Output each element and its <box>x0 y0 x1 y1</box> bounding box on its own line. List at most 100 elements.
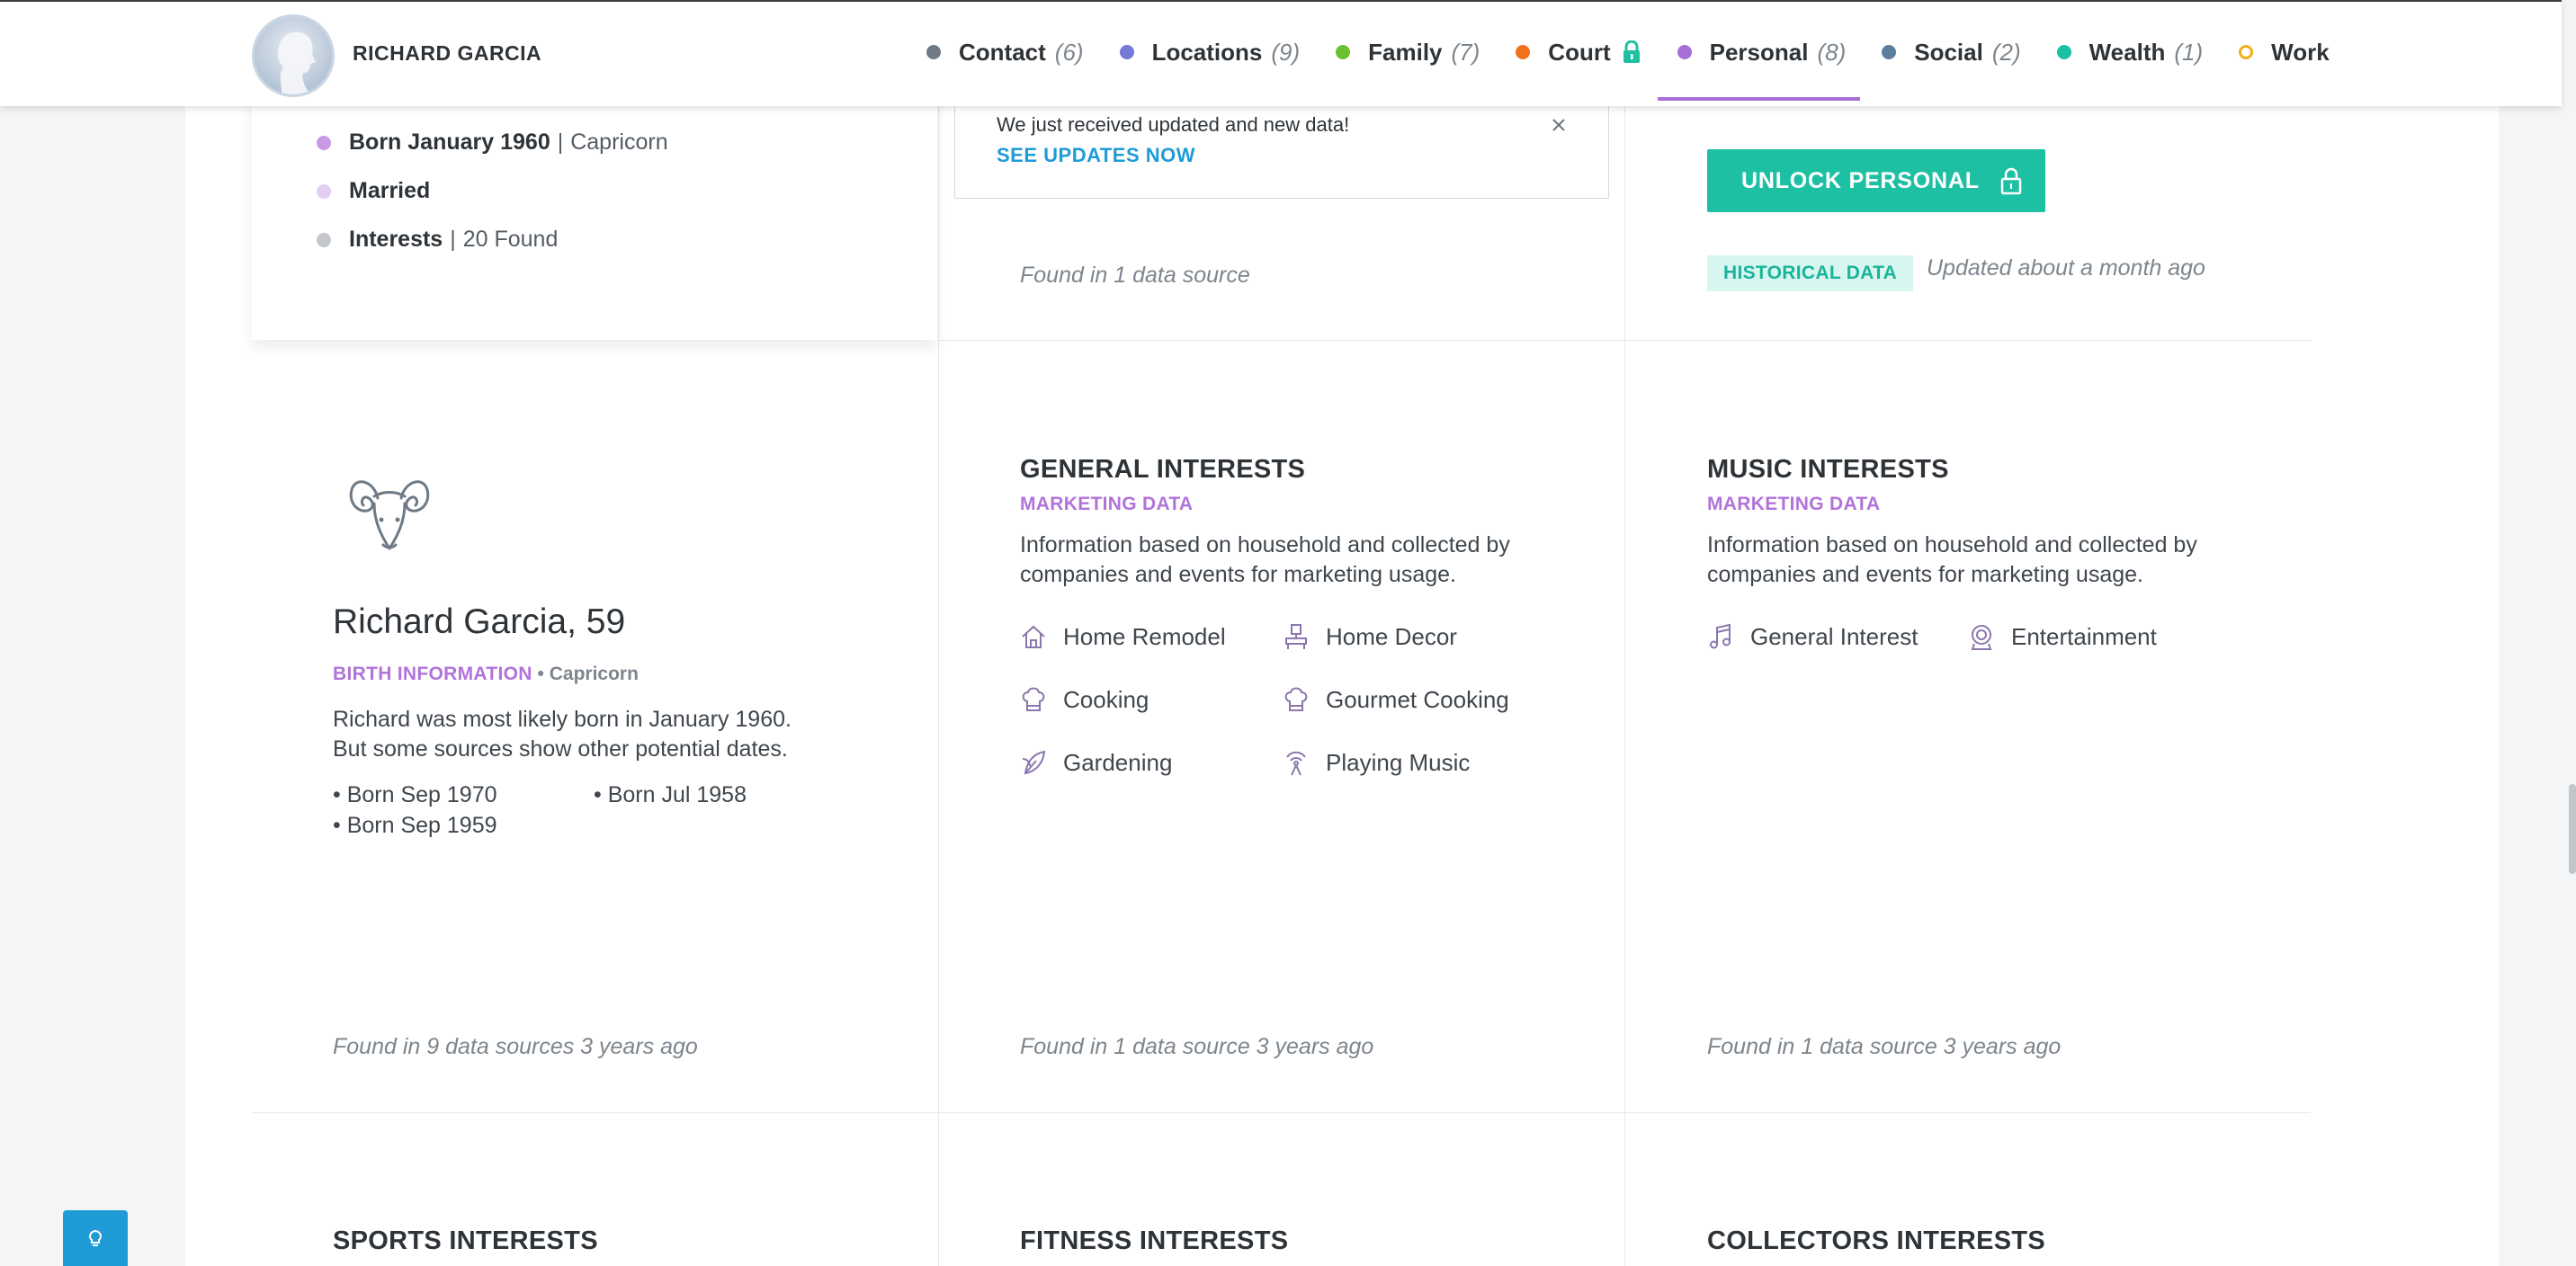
tab-dot <box>1119 45 1134 59</box>
interest-item: General Interest <box>1707 622 1918 651</box>
lock-icon <box>2000 167 2022 195</box>
interest-label: Gourmet Cooking <box>1326 685 1509 713</box>
music-description: Information based on household and colle… <box>1707 530 2197 590</box>
updated-timestamp: Updated about a month ago <box>1927 255 2205 281</box>
fitness-interests-title: FITNESS INTERESTS <box>1020 1226 1289 1255</box>
summary-married-row: Married <box>317 178 430 204</box>
theater-icon <box>1971 625 1992 650</box>
interests-label: Interests <box>349 227 443 252</box>
interest-item: Home Remodel <box>1020 622 1226 651</box>
help-button[interactable] <box>63 1210 128 1266</box>
person-silhouette-icon <box>277 31 316 94</box>
tab-locations[interactable]: Locations (9) <box>1119 34 1301 70</box>
interest-label: General Interest <box>1750 622 1919 650</box>
home-decor-icon <box>1285 624 1307 649</box>
tab-label: Personal <box>1709 38 1809 66</box>
alt-birth-date: • Born Sep 1970 <box>333 782 497 807</box>
birth-description: Richard was most likely born in January … <box>333 705 792 764</box>
interest-label: Playing Music <box>1326 748 1471 776</box>
see-updates-link[interactable]: SEE UPDATES NOW <box>997 144 1195 167</box>
person-name: RICHARD GARCIA <box>353 41 542 65</box>
tab-label: Court <box>1548 38 1611 66</box>
data-source-note: Found in 9 data sources 3 years ago <box>333 1034 698 1059</box>
birth-subtitle: BIRTH INFORMATION • Capricorn <box>333 664 639 685</box>
summary-born-row: Born January 1960 | Capricorn <box>317 129 668 156</box>
tab-count: (6) <box>1054 38 1084 66</box>
historical-data-badge: HISTORICAL DATA <box>1707 255 1914 291</box>
tab-court[interactable]: Court <box>1516 34 1641 70</box>
tab-label: Work <box>2271 38 2330 66</box>
summary-interests-row[interactable]: Interests | 20 Found <box>317 227 558 253</box>
unlock-personal-button[interactable]: UNLOCK PERSONAL <box>1707 149 2045 212</box>
leaf-icon <box>1022 750 1046 775</box>
tab-count: (9) <box>1271 38 1301 66</box>
row-divider <box>252 1112 2311 1113</box>
data-source-note: Found in 1 data source 3 years ago <box>1707 1034 2062 1059</box>
music-interests-title: MUSIC INTERESTS <box>1707 455 1949 484</box>
home-remodel-icon <box>1022 625 1045 648</box>
bullet-dot <box>317 232 331 247</box>
marketing-data-label: MARKETING DATA <box>1707 494 1881 514</box>
desc-line: But some sources show other potential da… <box>333 736 788 762</box>
interests-count: 20 Found <box>462 227 559 252</box>
separator: | <box>450 227 456 252</box>
tab-label: Family <box>1368 38 1443 66</box>
birth-card-title: Richard Garcia, 59 <box>333 602 626 641</box>
desc-line: companies and events for marketing usage… <box>1020 562 1456 587</box>
desc-line: companies and events for marketing usage… <box>1707 562 2143 587</box>
tab-family[interactable]: Family (7) <box>1336 34 1480 70</box>
separator: | <box>557 129 564 155</box>
avatar[interactable] <box>252 14 335 97</box>
born-label: Born January 1960 <box>349 129 550 155</box>
row-divider <box>938 340 2311 341</box>
tab-social[interactable]: Social (2) <box>1882 34 2021 70</box>
tab-contact[interactable]: Contact (6) <box>926 34 1084 70</box>
active-tab-indicator <box>1657 97 1861 101</box>
interest-item: Gourmet Cooking <box>1283 685 1509 714</box>
married-label: Married <box>349 178 431 203</box>
desc-line: Richard was most likely born in January … <box>333 707 792 732</box>
interest-item: Home Decor <box>1283 622 1457 651</box>
music-note-icon <box>1710 623 1731 649</box>
tab-dot <box>926 45 941 59</box>
sports-interests-title: SPORTS INTERESTS <box>333 1226 598 1255</box>
tab-label: Locations <box>1151 38 1263 66</box>
interest-label: Entertainment <box>2011 622 2157 650</box>
column-divider <box>1624 106 1625 1266</box>
tab-dot <box>1516 45 1531 59</box>
tab-dot <box>1882 45 1897 59</box>
general-description: Information based on household and colle… <box>1020 530 1510 590</box>
interest-label: Home Decor <box>1326 622 1457 650</box>
lock-icon <box>1623 40 1640 63</box>
scrollbar-thumb[interactable] <box>2569 784 2576 874</box>
interest-item: Cooking <box>1020 685 1149 714</box>
birth-info-label: BIRTH INFORMATION <box>333 664 532 684</box>
desc-line: Information based on household and colle… <box>1020 532 1510 557</box>
unlock-label: UNLOCK PERSONAL <box>1741 167 1980 193</box>
data-source-note: Found in 1 data source 3 years ago <box>1020 1034 1374 1059</box>
tab-wealth[interactable]: Wealth (1) <box>2056 34 2203 70</box>
tab-label: Wealth <box>2089 38 2166 66</box>
collectors-interests-title: COLLECTORS INTERESTS <box>1707 1226 2046 1255</box>
interest-label: Home Remodel <box>1063 622 1226 650</box>
aries-ram-icon <box>349 480 430 550</box>
bullet-dot <box>317 183 331 199</box>
broadcast-icon <box>1286 751 1306 776</box>
lightbulb-icon <box>89 1229 102 1246</box>
tab-work[interactable]: Work <box>2239 34 2330 70</box>
born-sign: Capricorn <box>570 129 668 155</box>
chef-hat-icon <box>1022 687 1045 711</box>
tab-count: (8) <box>1817 38 1847 66</box>
close-icon[interactable] <box>1549 115 1569 135</box>
marketing-data-label: MARKETING DATA <box>1020 494 1194 514</box>
tab-dot <box>2056 45 2071 59</box>
tab-personal[interactable]: Personal (8) <box>1657 34 1861 101</box>
interest-item: Gardening <box>1020 748 1172 777</box>
column-divider <box>938 106 939 1266</box>
interest-label: Cooking <box>1063 685 1149 713</box>
toast-message: We just received updated and new data! <box>997 113 1350 136</box>
tab-label: Contact <box>959 38 1046 66</box>
tab-label: Social <box>1914 38 1983 66</box>
tab-count: (2) <box>1991 38 2021 66</box>
section-nav: Contact (6) Locations (9) Family (7) Cou… <box>926 34 2366 101</box>
